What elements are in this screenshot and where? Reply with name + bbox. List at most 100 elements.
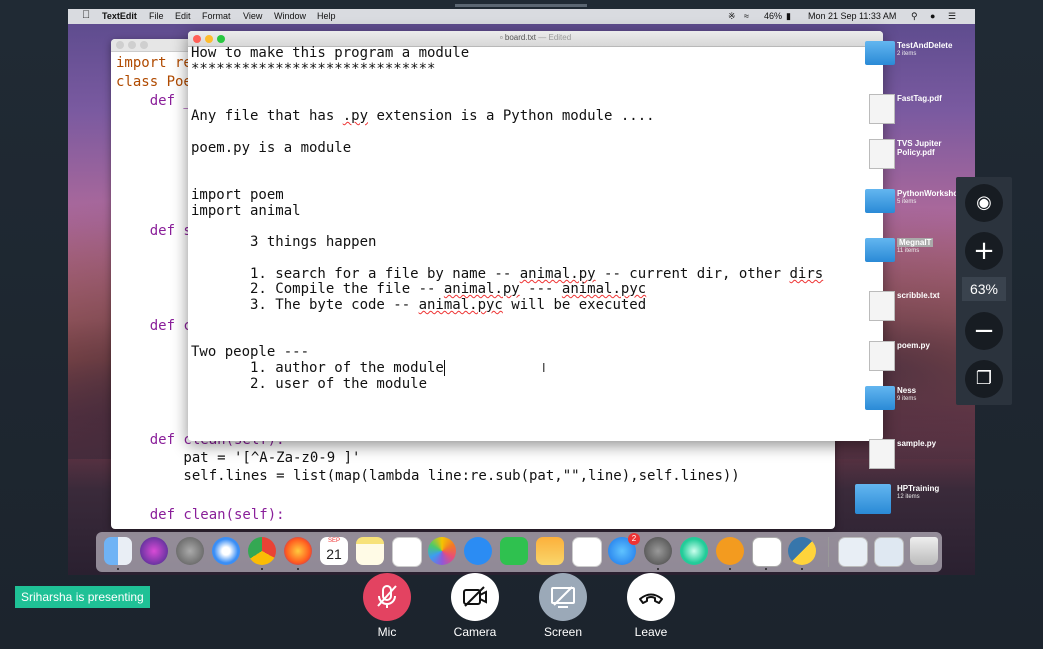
- text-line[interactable]: poem.py is a module: [191, 140, 351, 156]
- dock: SEP 21 2: [96, 532, 942, 572]
- firefox-icon[interactable]: [284, 537, 312, 565]
- desktop-item[interactable]: sample.py: [855, 437, 975, 477]
- text-line[interactable]: Two people ---: [191, 344, 309, 360]
- keynote-icon[interactable]: [536, 537, 564, 565]
- calendar-icon[interactable]: SEP 21: [320, 537, 348, 565]
- notes-icon[interactable]: [356, 537, 384, 565]
- facetime-icon[interactable]: [500, 537, 528, 565]
- text-line[interactable]: 3. The byte code -- animal.pyc will be e…: [191, 297, 646, 313]
- apple-icon[interactable]: : [82, 9, 90, 21]
- screen-button[interactable]: [539, 573, 587, 621]
- desktop-item[interactable]: TVS Jupiter Policy.pdf: [855, 137, 975, 177]
- messages-icon[interactable]: [464, 537, 492, 565]
- pdf-file-icon: [869, 139, 895, 169]
- folder-icon: [865, 238, 895, 262]
- desktop-item-name: MegnaIT: [897, 238, 934, 247]
- hang-up-icon: [639, 593, 663, 604]
- menu-edit[interactable]: Edit: [175, 11, 191, 21]
- desktop-item-name: HPTraining: [897, 484, 940, 493]
- text-run: dirs: [789, 266, 824, 282]
- text-line[interactable]: import poem: [191, 187, 284, 203]
- presenter-label: Sriharsha is presenting: [15, 586, 150, 608]
- text-run: extension is a Python module ....: [368, 108, 655, 124]
- copy-screen-icon[interactable]: ❐: [965, 360, 1003, 398]
- desktop-item[interactable]: HPTraining 12 items: [855, 482, 975, 522]
- battery-icon[interactable]: ▮: [786, 11, 791, 22]
- text-line[interactable]: *****************************: [191, 61, 435, 77]
- numbers-icon[interactable]: [572, 537, 602, 567]
- mic-button[interactable]: [363, 573, 411, 621]
- zoom-in-button[interactable]: +: [965, 232, 1003, 270]
- window-title-text: board.txt: [504, 33, 537, 42]
- text-line[interactable]: 3 things happen: [191, 234, 376, 250]
- folder-icon: [855, 484, 891, 514]
- mic-label: Mic: [377, 625, 397, 639]
- text-line[interactable]: 1. search for a file by name -- animal.p…: [191, 266, 823, 282]
- textedit-window[interactable]: ▫ board.txt — Edited How to make this pr…: [188, 31, 883, 441]
- folder-icon: [865, 386, 895, 410]
- python-icon[interactable]: [788, 537, 816, 565]
- running-indicator: [657, 568, 659, 570]
- chrome-icon[interactable]: [248, 537, 276, 565]
- desktop-item-name: FastTag.pdf: [897, 94, 942, 103]
- running-indicator: [729, 568, 731, 570]
- documents-stack-icon[interactable]: [874, 537, 904, 567]
- bluetooth-icon[interactable]: ※: [728, 11, 736, 22]
- pdf-file-icon: [869, 94, 895, 124]
- minimize-dot[interactable]: [128, 41, 136, 49]
- camera-button[interactable]: [451, 573, 499, 621]
- text-line[interactable]: import animal: [191, 203, 301, 219]
- menu-file[interactable]: File: [149, 11, 164, 21]
- document-icon: ▫: [499, 33, 503, 42]
- control-center-icon[interactable]: ☰: [948, 11, 956, 22]
- text-line[interactable]: 2. Compile the file -- animal.py --- ani…: [191, 281, 646, 297]
- leave-button[interactable]: [627, 573, 675, 621]
- code-line: import re: [116, 55, 192, 71]
- menu-format[interactable]: Format: [202, 11, 231, 21]
- desktop-item[interactable]: TestAndDelete 2 items: [855, 39, 975, 79]
- text-run: animal.pyc: [418, 297, 503, 313]
- app-store-icon[interactable]: 2: [608, 533, 640, 565]
- text-run: Any file that has: [191, 108, 343, 124]
- text-line[interactable]: Any file that has .py extension is a Pyt…: [191, 108, 655, 124]
- textedit-icon[interactable]: [752, 537, 782, 567]
- screen-share-icon: [551, 586, 575, 608]
- spotlight-icon[interactable]: ⚲: [911, 11, 918, 22]
- photos-icon[interactable]: [428, 537, 456, 565]
- close-dot[interactable]: [116, 41, 124, 49]
- camera-label: Camera: [453, 625, 497, 639]
- clock[interactable]: Mon 21 Sep 11:33 AM: [808, 11, 896, 21]
- code-line: def s: [116, 223, 192, 239]
- text-line[interactable]: 2. user of the module: [191, 376, 427, 392]
- siri-icon[interactable]: [140, 537, 168, 565]
- zoom-out-button[interactable]: −: [965, 312, 1003, 350]
- desktop-item-sub: 2 items: [897, 51, 917, 57]
- camera-snapshot-icon[interactable]: ◉: [965, 184, 1003, 222]
- text-line[interactable]: How to make this program a module: [191, 45, 469, 61]
- menu-window[interactable]: Window: [274, 11, 306, 21]
- trash-icon[interactable]: [910, 537, 938, 565]
- zoom-dot[interactable]: [140, 41, 148, 49]
- finder-icon[interactable]: [104, 537, 132, 565]
- shared-screen:  TextEdit File Edit Format View Window …: [68, 9, 975, 575]
- running-indicator: [765, 568, 767, 570]
- menu-app[interactable]: TextEdit: [102, 11, 137, 21]
- desktop-item[interactable]: FastTag.pdf: [855, 92, 975, 132]
- ibeam-cursor-icon: I: [542, 361, 546, 375]
- launchpad-icon[interactable]: [176, 537, 204, 565]
- text-run: ---: [519, 281, 562, 297]
- atom-icon[interactable]: [680, 537, 708, 565]
- desktop-item-name: poem.py: [897, 341, 930, 350]
- system-preferences-icon[interactable]: [644, 537, 672, 565]
- downloads-stack-icon[interactable]: [838, 537, 868, 567]
- siri-icon[interactable]: ●: [930, 11, 935, 21]
- desktop-item-sub: 11 items: [897, 248, 920, 254]
- battery-level: 46%: [764, 11, 783, 21]
- safari-icon[interactable]: [212, 537, 240, 565]
- wifi-icon[interactable]: ≈: [744, 11, 749, 21]
- menu-help[interactable]: Help: [317, 11, 336, 21]
- flower-app-icon[interactable]: [716, 537, 744, 565]
- reminders-icon[interactable]: [392, 537, 422, 567]
- text-line[interactable]: 1. author of the module: [191, 360, 445, 376]
- menu-view[interactable]: View: [243, 11, 262, 21]
